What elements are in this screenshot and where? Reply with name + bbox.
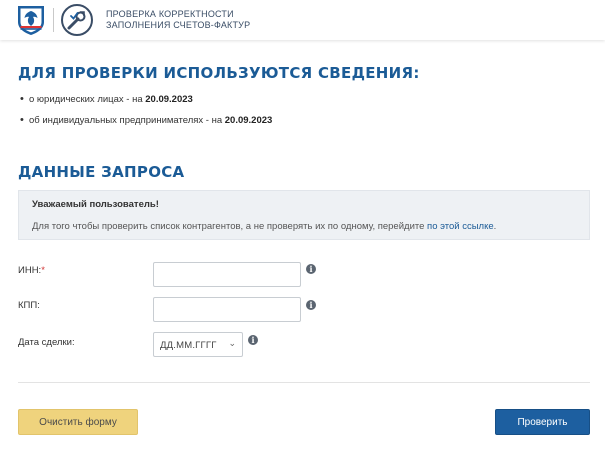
deal-date-label: Дата сделки:	[18, 337, 75, 348]
list-item: о юридических лицах - на 20.09.2023	[20, 93, 272, 115]
site-header: ПРОВЕРКА КОРРЕКТНОСТИ ЗАПОЛНЕНИЯ СЧЕТОВ-…	[0, 0, 605, 40]
notice-body: Для того чтобы проверить список контраге…	[32, 221, 428, 232]
deal-date-picker[interactable]: ДД.ММ.ГГГГ ⌄	[153, 332, 243, 357]
source-date: 20.09.2023	[145, 94, 193, 105]
required-marker: *	[41, 265, 45, 276]
request-heading: ДАННЫЕ ЗАПРОСА	[18, 163, 185, 181]
wrench-check-icon	[61, 4, 93, 36]
source-text: об индивидуальных предпринимателях - на	[29, 115, 225, 126]
form-divider	[18, 382, 590, 383]
check-button[interactable]: Проверить	[495, 409, 590, 435]
source-text: о юридических лицах - на	[29, 94, 146, 105]
date-info-icon[interactable]: i	[248, 335, 258, 345]
inn-info-icon[interactable]: i	[306, 264, 316, 274]
notice-title: Уважаемый пользователь!	[32, 199, 159, 210]
inn-input[interactable]	[153, 262, 301, 287]
kpp-info-icon[interactable]: i	[306, 300, 316, 310]
notice-box: Уважаемый пользователь! Для того чтобы п…	[18, 190, 590, 240]
list-item: об индивидуальных предпринимателях - на …	[20, 114, 273, 136]
deal-date-placeholder: ДД.ММ.ГГГГ	[160, 340, 217, 351]
app-title: ПРОВЕРКА КОРРЕКТНОСТИ ЗАПОЛНЕНИЯ СЧЕТОВ-…	[106, 9, 250, 31]
fns-emblem-logo[interactable]	[16, 4, 46, 36]
app-title-line2: ЗАПОЛНЕНИЯ СЧЕТОВ-ФАКТУР	[106, 20, 251, 30]
inn-label-text: ИНН:	[18, 265, 42, 276]
bulk-check-link[interactable]: по этой ссылке	[427, 221, 494, 232]
chevron-down-icon: ⌄	[228, 338, 236, 348]
notice-period: .	[493, 221, 497, 232]
sources-list: о юридических лицах - на 20.09.2023 об и…	[20, 93, 273, 136]
inn-label: ИНН:*	[18, 265, 45, 276]
header-divider	[53, 8, 54, 32]
notice-text: Для того чтобы проверить список контраге…	[32, 221, 496, 232]
kpp-label: КПП:	[18, 300, 40, 311]
source-date: 20.09.2023	[224, 115, 273, 126]
app-title-line1: ПРОВЕРКА КОРРЕКТНОСТИ	[106, 9, 234, 19]
sources-heading: ДЛЯ ПРОВЕРКИ ИСПОЛЬЗУЮТСЯ СВЕДЕНИЯ:	[18, 64, 420, 82]
kpp-input[interactable]	[153, 297, 301, 322]
clear-form-button[interactable]: Очистить форму	[18, 409, 138, 435]
